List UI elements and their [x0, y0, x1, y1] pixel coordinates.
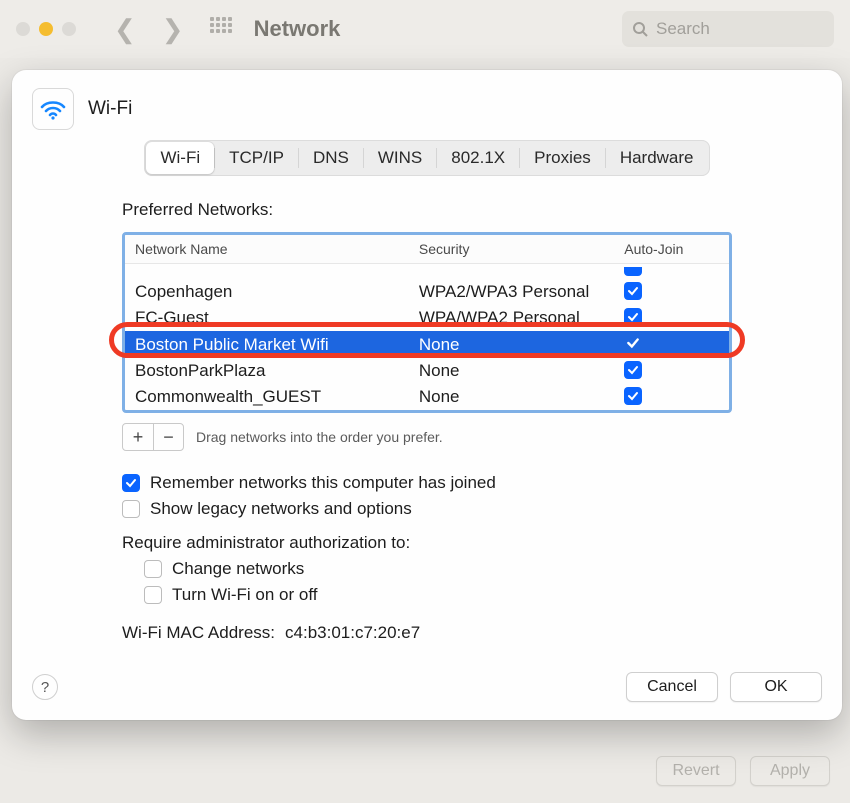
- tab-tcpip[interactable]: TCP/IP: [215, 142, 298, 174]
- remove-network-button[interactable]: −: [153, 424, 183, 450]
- tab-wins[interactable]: WINS: [364, 142, 436, 174]
- revert-button[interactable]: Revert: [656, 756, 736, 786]
- preferred-networks-table[interactable]: Network Name Security Auto-Join Copenhag…: [122, 232, 732, 413]
- close-dot[interactable]: [16, 22, 30, 36]
- change-networks-checkbox[interactable]: [144, 560, 162, 578]
- network-name: Commonwealth_GUEST: [125, 384, 409, 410]
- forward-button[interactable]: ❯: [156, 16, 190, 42]
- network-security: None: [409, 331, 614, 358]
- minimize-dot[interactable]: [39, 22, 53, 36]
- network-name: FC-Guest: [125, 305, 409, 331]
- help-button[interactable]: ?: [32, 674, 58, 700]
- tab-proxies[interactable]: Proxies: [520, 142, 605, 174]
- network-security: None: [409, 384, 614, 410]
- col-network-name[interactable]: Network Name: [125, 235, 409, 264]
- tab-hardware[interactable]: Hardware: [606, 142, 708, 174]
- background-footer: Revert Apply: [0, 739, 850, 803]
- network-row[interactable]: FC-Guest WPA/WPA2 Personal: [125, 305, 729, 331]
- remember-checkbox[interactable]: [122, 474, 140, 492]
- search-icon: [632, 21, 648, 37]
- toggle-wifi-checkbox[interactable]: [144, 586, 162, 604]
- zoom-dot[interactable]: [62, 22, 76, 36]
- traffic-lights: [16, 22, 76, 36]
- add-remove-buttons: + −: [122, 423, 184, 451]
- auto-join-checkbox[interactable]: [624, 267, 642, 276]
- tabs: Wi-Fi TCP/IP DNS WINS 802.1X Proxies Har…: [144, 140, 709, 176]
- table-header-row: Network Name Security Auto-Join: [125, 235, 729, 264]
- remember-label: Remember networks this computer has join…: [150, 473, 496, 493]
- sheet-title: Wi-Fi: [88, 98, 132, 120]
- network-row[interactable]: Commonwealth_GUEST None: [125, 384, 729, 410]
- wifi-icon: [32, 88, 74, 130]
- network-security: WPA2/WPA3 Personal: [409, 279, 614, 305]
- legacy-label: Show legacy networks and options: [150, 499, 412, 519]
- all-prefs-icon[interactable]: [210, 17, 234, 41]
- window-toolbar: ❮ ❯ Network Search: [0, 0, 850, 58]
- network-row[interactable]: BostonParkPlaza None: [125, 358, 729, 384]
- tab-dns[interactable]: DNS: [299, 142, 363, 174]
- mac-address-value: c4:b3:01:c7:20:e7: [285, 623, 420, 643]
- auto-join-checkbox[interactable]: [624, 308, 642, 326]
- toggle-wifi-label: Turn Wi-Fi on or off: [172, 585, 317, 605]
- back-button[interactable]: ❮: [108, 16, 142, 42]
- auto-join-checkbox[interactable]: [624, 387, 642, 405]
- mac-address-label: Wi-Fi MAC Address:: [122, 623, 275, 643]
- auto-join-checkbox[interactable]: [624, 334, 642, 352]
- wifi-advanced-sheet: Wi-Fi Wi-Fi TCP/IP DNS WINS 802.1X Proxi…: [12, 70, 842, 720]
- network-name: Copenhagen: [125, 279, 409, 305]
- ok-button[interactable]: OK: [730, 672, 822, 702]
- network-security: None: [409, 358, 614, 384]
- network-row-selected[interactable]: Boston Public Market Wifi None: [125, 331, 729, 358]
- apply-button[interactable]: Apply: [750, 756, 830, 786]
- network-name: BostonParkPlaza: [125, 358, 409, 384]
- drag-hint: Drag networks into the order you prefer.: [196, 429, 443, 445]
- network-name: Boston Public Market Wifi: [125, 331, 409, 358]
- window-title: Network: [254, 16, 341, 42]
- tab-wifi[interactable]: Wi-Fi: [146, 142, 214, 174]
- add-network-button[interactable]: +: [123, 424, 153, 450]
- tab-8021x[interactable]: 802.1X: [437, 142, 519, 174]
- require-auth-label: Require administrator authorization to:: [122, 533, 410, 553]
- preferred-networks-label: Preferred Networks:: [122, 200, 732, 220]
- legacy-checkbox[interactable]: [122, 500, 140, 518]
- network-row[interactable]: Copenhagen WPA2/WPA3 Personal: [125, 279, 729, 305]
- change-networks-label: Change networks: [172, 559, 304, 579]
- auto-join-checkbox[interactable]: [624, 361, 642, 379]
- network-row[interactable]: [125, 264, 729, 280]
- col-auto-join[interactable]: Auto-Join: [614, 235, 729, 264]
- auto-join-checkbox[interactable]: [624, 282, 642, 300]
- search-input[interactable]: Search: [622, 11, 834, 47]
- col-security[interactable]: Security: [409, 235, 614, 264]
- search-placeholder: Search: [656, 19, 710, 39]
- network-security: WPA/WPA2 Personal: [409, 305, 614, 331]
- cancel-button[interactable]: Cancel: [626, 672, 718, 702]
